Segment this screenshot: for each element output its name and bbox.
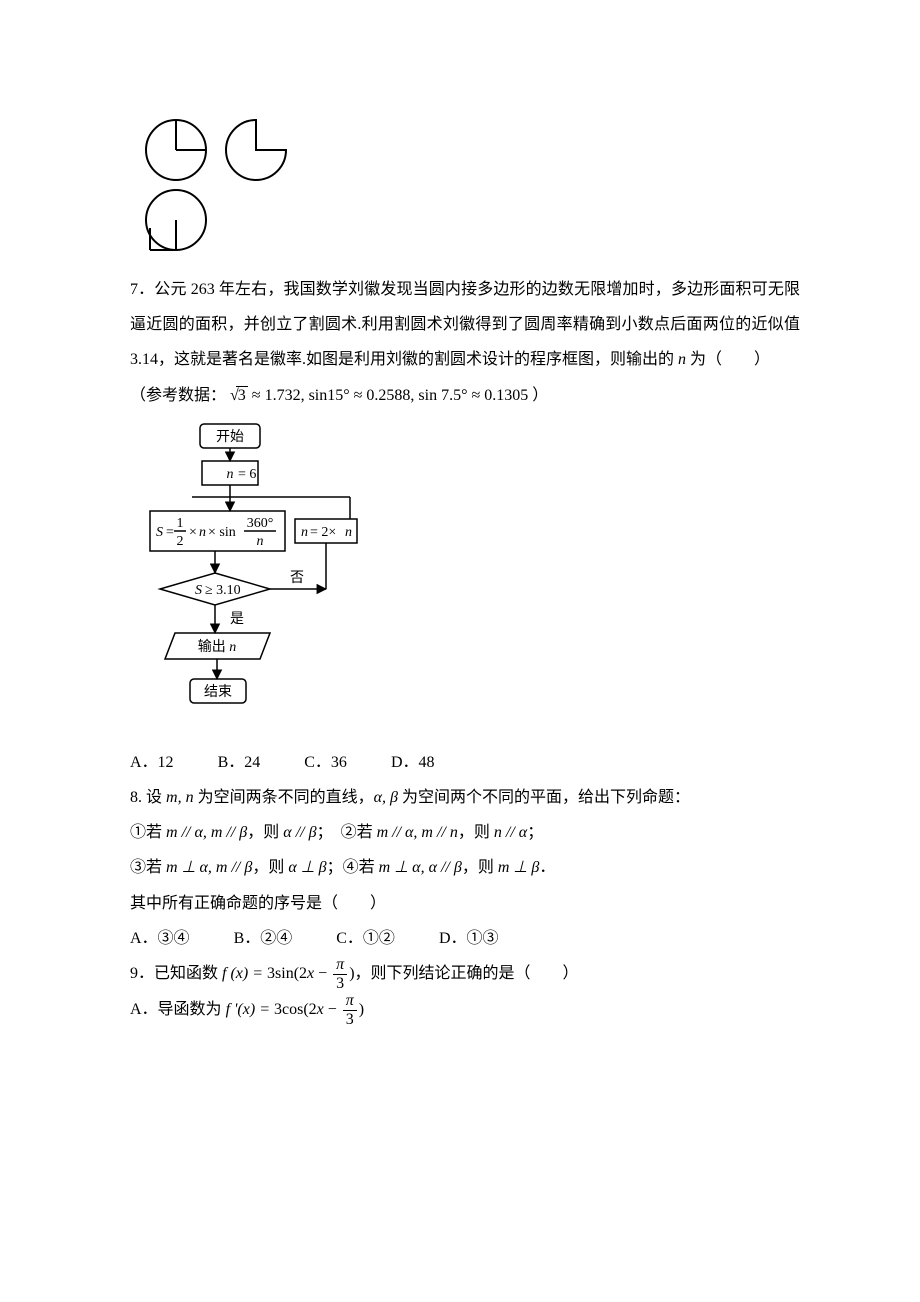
fprime: f '(x) = (226, 1001, 274, 1018)
svg-text:是: 是 (230, 612, 244, 627)
p1b: ，则 (247, 824, 283, 841)
three-cos: 3cos(2 (274, 1001, 317, 1018)
q9-option-A: A．导函数为 f '(x) = 3cos(2x − π3) (130, 992, 800, 1028)
svg-text:n: n (227, 467, 234, 482)
paren2: ) (359, 1001, 364, 1018)
svg-text:n: n (345, 525, 352, 540)
svg-text:=: = (166, 525, 174, 540)
q8-option-C: C．①② (336, 921, 395, 956)
svg-text:开始: 开始 (216, 429, 244, 445)
q8-options: A．③④ B．②④ C．①② D．①③ (130, 921, 800, 956)
option-figure (136, 110, 296, 260)
sqrt3: √3 (230, 378, 248, 413)
p4-hyp: m ⊥ α, α // β (379, 859, 462, 876)
p3c: ；④若 (327, 859, 379, 876)
q9-tail: ，则下列结论正确的是（ ） (355, 965, 579, 982)
svg-text:1: 1 (177, 516, 184, 531)
pi-over-3-b: π3 (343, 993, 357, 1028)
p3b: ，则 (252, 859, 288, 876)
q8-option-A: A．③④ (130, 921, 190, 956)
q7-options: A．12 B．24 C．36 D．48 (130, 745, 800, 780)
p3a: ③若 (130, 859, 166, 876)
svg-text:360°: 360° (247, 516, 274, 531)
q8-option-B: B．②④ (234, 921, 293, 956)
q9-lead: 已知函数 (154, 965, 222, 982)
p1e: ； (527, 824, 543, 841)
var-n: n (678, 351, 686, 368)
svg-text:× sin: × sin (208, 525, 236, 540)
svg-text:= 2×: = 2× (310, 525, 336, 540)
q8-props-34: ③若 m ⊥ α, m // β，则 α ⊥ β；④若 m ⊥ α, α // … (130, 850, 800, 885)
p1a: ①若 (130, 824, 166, 841)
q8-mid1: 为空间两条不同的直线， (194, 789, 374, 806)
m-par-a2: m // α, m // n (377, 824, 458, 841)
svg-text:2: 2 (177, 534, 184, 549)
q9-number: 9． (130, 965, 154, 982)
svg-text:输出 n: 输出 n (198, 639, 237, 655)
svg-text:n: n (199, 525, 206, 540)
n-par-a: n // α (494, 824, 527, 841)
q8-tail: 其中所有正确命题的序号是（ ） (130, 886, 800, 921)
q7-number: 7． (130, 281, 154, 298)
p1d: ，则 (458, 824, 494, 841)
svg-text:S: S (195, 583, 202, 598)
svg-text:n: n (301, 525, 308, 540)
minus: − (314, 965, 331, 982)
p3d: ，则 (462, 859, 498, 876)
svg-text:S: S (156, 525, 163, 540)
svg-text:≥ 3.10: ≥ 3.10 (205, 583, 241, 598)
svg-text:n: n (257, 534, 264, 549)
svg-text:= 6: = 6 (238, 467, 256, 482)
q7-option-B: B．24 (218, 745, 261, 780)
q8-lead: 设 (146, 789, 166, 806)
ref-label: （参考数据： (130, 387, 226, 404)
a-perp-b: α ⊥ β (288, 859, 326, 876)
pi-over-3-a: π3 (333, 957, 347, 992)
q7-option-A: A．12 (130, 745, 174, 780)
x2: x (317, 1001, 324, 1018)
q7-option-D: D．48 (391, 745, 435, 780)
minus2: − (324, 1001, 341, 1018)
q7-text-2: 为（ ） (686, 351, 770, 368)
q8-mid2: 为空间两个不同的平面，给出下列命题： (398, 789, 690, 806)
flowchart: 开始 n = 6 S = 1 2 × n (140, 419, 370, 739)
svg-text:×: × (189, 525, 197, 540)
q7-option-C: C．36 (304, 745, 347, 780)
m-par-a: m // α, m // β (166, 824, 247, 841)
three-sin: 3sin(2 (267, 965, 307, 982)
svg-text:结束: 结束 (204, 684, 232, 700)
exam-page: 7．公元 263 年左右，我国数学刘徽发现当圆内接多边形的边数无限增加时，多边形… (0, 0, 920, 1088)
q7-stem: 7．公元 263 年左右，我国数学刘徽发现当圆内接多边形的边数无限增加时，多边形… (130, 272, 800, 378)
q7-reference: （参考数据： √3 ≈ 1.732, sin15° ≈ 0.2588, sin … (130, 378, 800, 413)
a-par-b: α // β (283, 824, 316, 841)
q9A-lead: A．导函数为 (130, 1001, 226, 1018)
alpha-beta: α, β (374, 789, 398, 806)
m-perp-a: m ⊥ α, m // β (166, 859, 252, 876)
m-perp-b: m ⊥ β (498, 859, 539, 876)
p1c: ； ②若 (317, 824, 377, 841)
ref-tail: ） (532, 387, 548, 404)
ref-approx-1: ≈ 1.732, sin15° ≈ 0.2588, sin 7.5° ≈ 0.1… (252, 387, 532, 404)
svg-text:否: 否 (290, 571, 304, 586)
q8-number: 8. (130, 789, 146, 806)
q8-props-12: ①若 m // α, m // β，则 α // β； ②若 m // α, m… (130, 815, 800, 850)
q8-option-D: D．①③ (439, 921, 499, 956)
mn: m, n (166, 789, 194, 806)
q9-stem: 9．已知函数 f (x) = 3sin(2x − π3)，则下列结论正确的是（ … (130, 956, 800, 992)
q8-stem: 8. 设 m, n 为空间两条不同的直线，α, β 为空间两个不同的平面，给出下… (130, 780, 800, 815)
fx: f (x) = (222, 965, 267, 982)
p3e: ． (539, 859, 555, 876)
